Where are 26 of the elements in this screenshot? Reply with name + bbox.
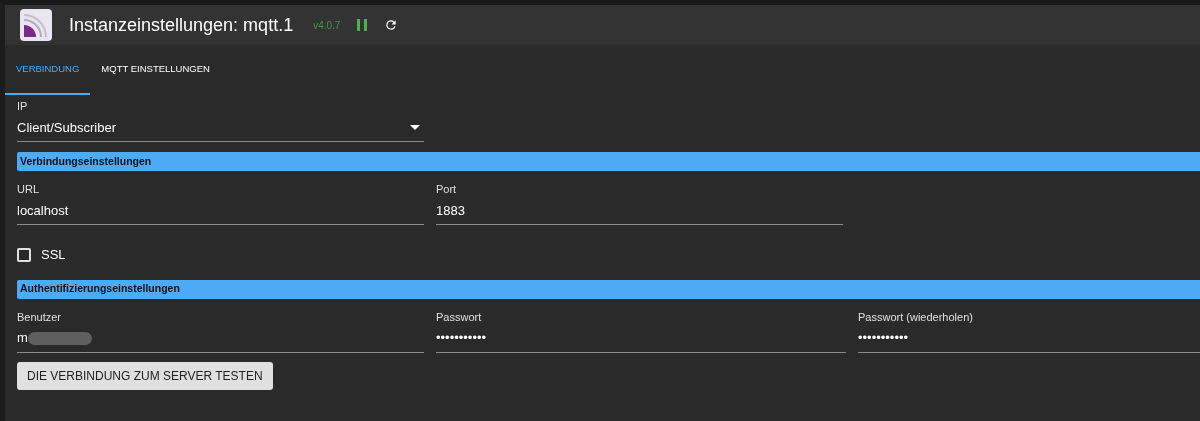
window-title: Instanzeinstellungen: mqtt.1	[69, 13, 294, 37]
input-field[interactable]: 1883	[436, 201, 843, 225]
field-label: URL	[17, 182, 39, 197]
input-field[interactable]: •••••••••••	[436, 328, 846, 353]
input-field[interactable]: localhost	[17, 201, 424, 225]
version-label: v4.0.7	[313, 18, 341, 33]
field-label: IP	[17, 99, 28, 114]
app-logo-icon	[20, 9, 52, 41]
tab[interactable]: MQTT EINSTELLUNGEN	[90, 45, 221, 95]
input-field[interactable]: m	[17, 328, 424, 353]
reload-icon[interactable]	[384, 18, 399, 32]
field-label: Passwort	[436, 309, 482, 325]
field-label: Benutzer	[17, 309, 62, 325]
tab[interactable]: VERBINDUNG	[5, 45, 91, 95]
field-label: Port	[436, 182, 457, 197]
field-label: Passwort (wiederholen)	[858, 309, 973, 325]
input-field[interactable]: •••••••••••	[858, 328, 1200, 353]
checkbox-label: SSL	[41, 246, 66, 264]
section-header: Authentifizierungseinstellungen	[17, 279, 1200, 299]
section-header: Verbindungseinstellungen	[17, 152, 1200, 171]
checkbox[interactable]	[17, 247, 31, 262]
dropdown-caret-icon	[410, 125, 420, 130]
select-field[interactable]: Client/Subscriber	[17, 118, 424, 142]
pause-icon[interactable]	[356, 19, 369, 31]
redaction-mark	[27, 331, 92, 345]
test-connection-button[interactable]: DIE VERBINDUNG ZUM SERVER TESTEN	[17, 361, 273, 390]
